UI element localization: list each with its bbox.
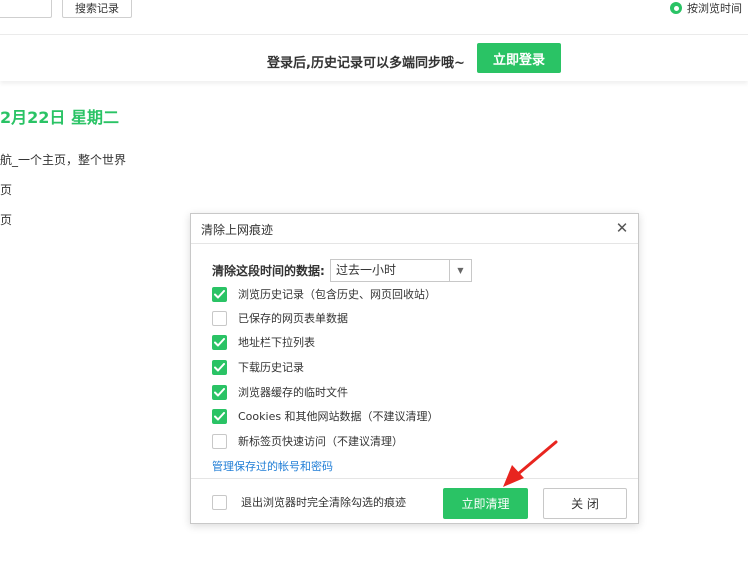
divider (191, 478, 638, 479)
option-label: 浏览历史记录（包含历史、网页回收站） (238, 288, 436, 301)
dialog-title: 清除上网痕迹 (201, 223, 274, 237)
option-label: 地址栏下拉列表 (238, 336, 315, 349)
history-date-heading: 2月22日 星期二 (0, 108, 119, 127)
time-range-label: 清除这段时间的数据: (212, 264, 325, 278)
search-input[interactable] (0, 0, 52, 18)
time-range-select[interactable]: 过去一小时 ▼ (330, 259, 472, 282)
option-clear-on-exit[interactable]: 退出浏览器时完全清除勾选的痕迹 (212, 494, 406, 510)
search-history-button[interactable]: 搜索记录 (62, 0, 132, 18)
option-new-tab-quick-access[interactable]: 新标签页快速访问（不建议清理） (212, 433, 403, 449)
radio-selected-icon (670, 2, 682, 14)
option-label: 退出浏览器时完全清除勾选的痕迹 (241, 496, 406, 509)
dialog-header: 清除上网痕迹 ✕ (191, 214, 638, 244)
sort-option-label: 按浏览时间 (687, 2, 742, 15)
checkbox-icon[interactable] (212, 433, 227, 449)
option-label: 已保存的网页表单数据 (238, 312, 348, 325)
option-label: Cookies 和其他网站数据（不建议清理） (238, 410, 439, 423)
option-cache-files[interactable]: 浏览器缓存的临时文件 (212, 384, 348, 400)
dropdown-arrow-icon[interactable]: ▼ (449, 260, 471, 281)
option-address-bar-list[interactable]: 地址栏下拉列表 (212, 334, 315, 350)
clear-now-button[interactable]: 立即清理 (443, 488, 528, 519)
close-button[interactable]: 关 闭 (543, 488, 627, 519)
checkbox-icon[interactable] (212, 310, 227, 326)
history-item[interactable]: 航_一个主页，整个世界 (0, 151, 126, 168)
checkbox-icon[interactable] (212, 334, 227, 350)
checkbox-icon[interactable] (212, 359, 227, 375)
checkbox-icon[interactable] (212, 408, 227, 424)
option-form-data[interactable]: 已保存的网页表单数据 (212, 310, 348, 326)
option-download-history[interactable]: 下载历史记录 (212, 359, 304, 375)
option-label: 新标签页快速访问（不建议清理） (238, 435, 403, 448)
option-browsing-history[interactable]: 浏览历史记录（包含历史、网页回收站） (212, 286, 436, 302)
history-item[interactable]: 页 (0, 211, 12, 228)
sort-by-time-option[interactable]: 按浏览时间 (670, 0, 742, 16)
clear-history-dialog: 清除上网痕迹 ✕ 清除这段时间的数据: 过去一小时 ▼ 浏览历史记录（包含历史、… (190, 213, 639, 524)
history-item[interactable]: 页 (0, 181, 12, 198)
login-button[interactable]: 立即登录 (477, 43, 561, 73)
login-message: 登录后,历史记录可以多端同步哦~ (267, 56, 465, 71)
option-label: 下载历史记录 (238, 361, 304, 374)
option-cookies[interactable]: Cookies 和其他网站数据（不建议清理） (212, 408, 439, 424)
time-range-value: 过去一小时 (336, 263, 397, 277)
manage-passwords-link[interactable]: 管理保存过的帐号和密码 (212, 458, 333, 474)
checkbox-icon[interactable] (212, 494, 227, 510)
close-icon[interactable]: ✕ (614, 220, 630, 236)
option-label: 浏览器缓存的临时文件 (238, 386, 348, 399)
checkbox-icon[interactable] (212, 384, 227, 400)
checkbox-icon[interactable] (212, 286, 227, 302)
